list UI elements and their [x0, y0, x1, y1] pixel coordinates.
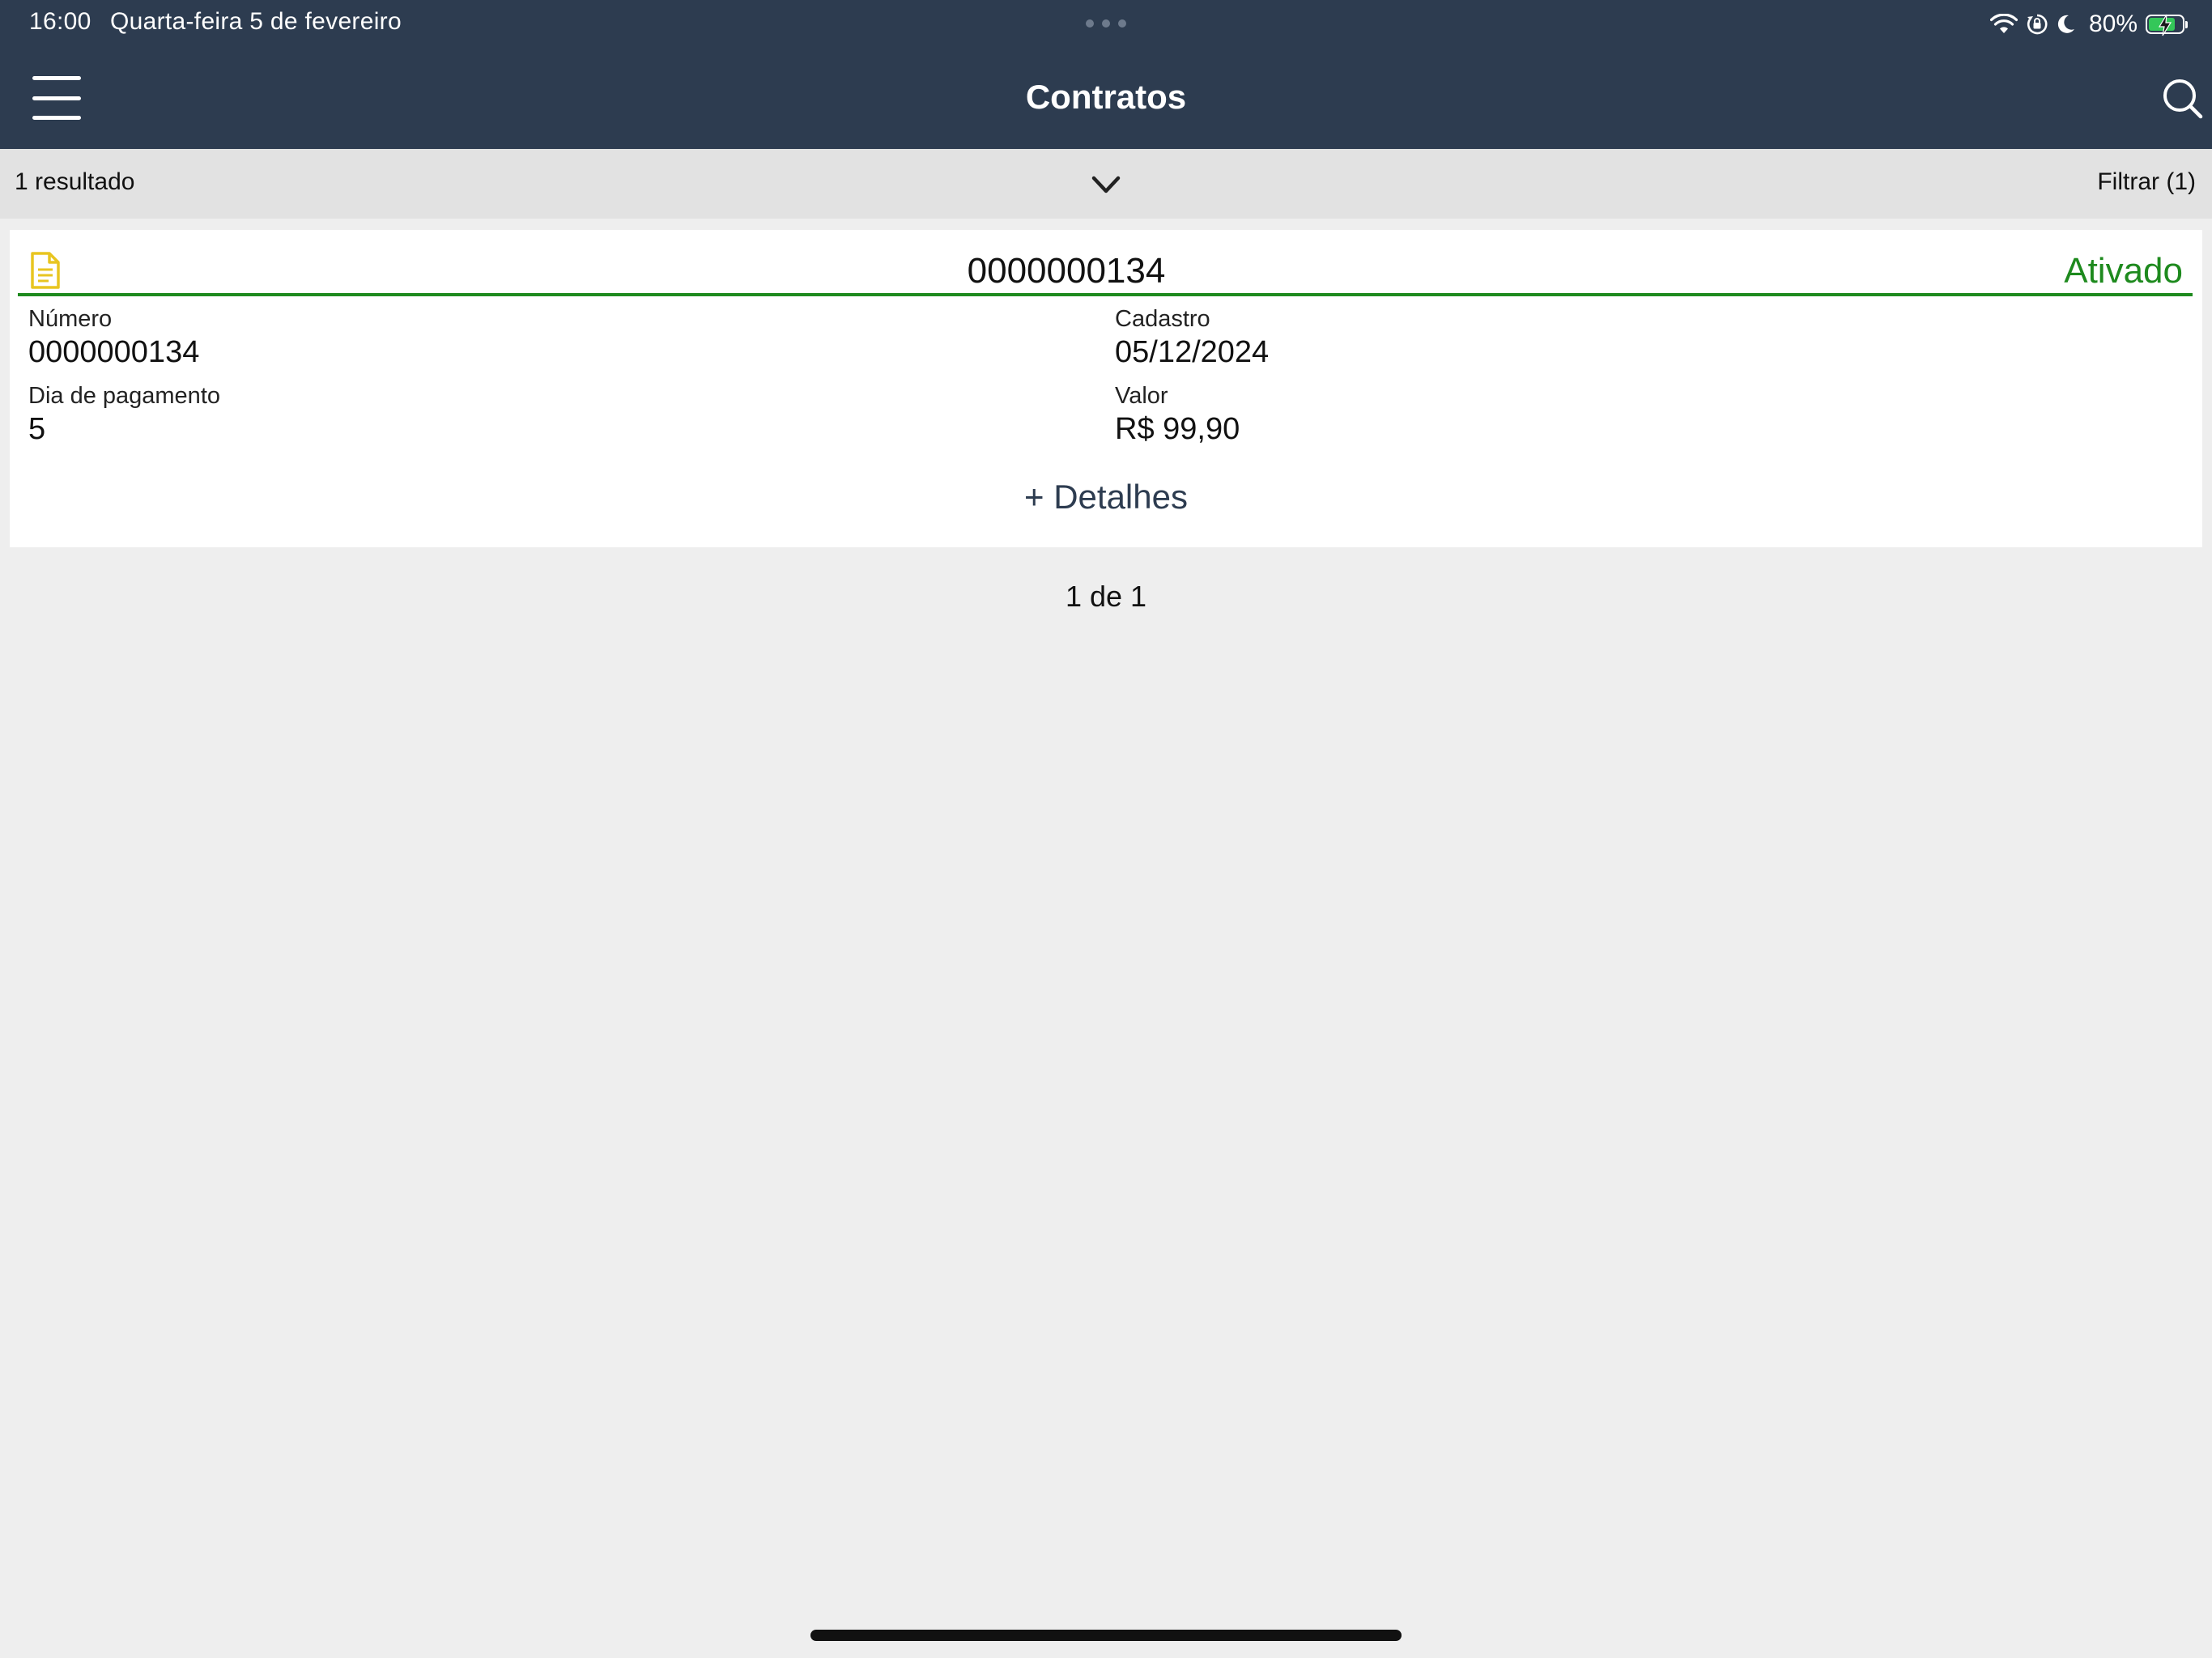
dia-pagamento-value: 5 — [28, 412, 46, 446]
orientation-lock-icon — [2027, 14, 2048, 35]
filter-bar: 1 resultado Filtrar (1) — [0, 149, 2212, 219]
wifi-icon — [1989, 14, 2018, 33]
status-time: 16:00 — [29, 8, 91, 35]
filter-button[interactable]: Filtrar (1) — [2097, 168, 2196, 196]
battery-charging-icon — [2146, 14, 2188, 36]
result-count: 1 resultado — [15, 168, 135, 195]
status-icons: 80% — [1989, 8, 2188, 40]
app-header: 16:00 Quarta-feira 5 de fevereiro 80% Co… — [0, 0, 2212, 149]
search-icon[interactable] — [2162, 78, 2204, 120]
moon-icon — [2057, 15, 2074, 33]
status-date: Quarta-feira 5 de fevereiro — [110, 8, 402, 35]
pagination-label: 1 de 1 — [1065, 580, 1147, 613]
chevron-down-icon[interactable] — [1090, 172, 1122, 198]
cadastro-label: Cadastro — [1115, 306, 1210, 332]
numero-value: 0000000134 — [28, 335, 200, 369]
dia-pagamento-label: Dia de pagamento — [28, 383, 220, 409]
valor-label: Valor — [1115, 383, 1168, 409]
valor-value: R$ 99,90 — [1115, 412, 1240, 446]
cadastro-value: 05/12/2024 — [1115, 335, 1270, 369]
numero-label: Número — [28, 306, 113, 332]
multitasking-dots-icon[interactable] — [1086, 19, 1126, 28]
card-divider — [18, 293, 2193, 296]
details-link[interactable]: + Detalhes — [10, 478, 2202, 517]
battery-percent: 80% — [2088, 11, 2138, 37]
status-badge: Ativado — [2064, 251, 2183, 291]
contract-card[interactable]: 0000000134 Ativado Número 0000000134 Cad… — [10, 230, 2202, 547]
contract-title: 0000000134 — [967, 251, 1166, 291]
page-title: Contratos — [1025, 78, 1187, 116]
home-indicator[interactable] — [810, 1630, 1402, 1641]
